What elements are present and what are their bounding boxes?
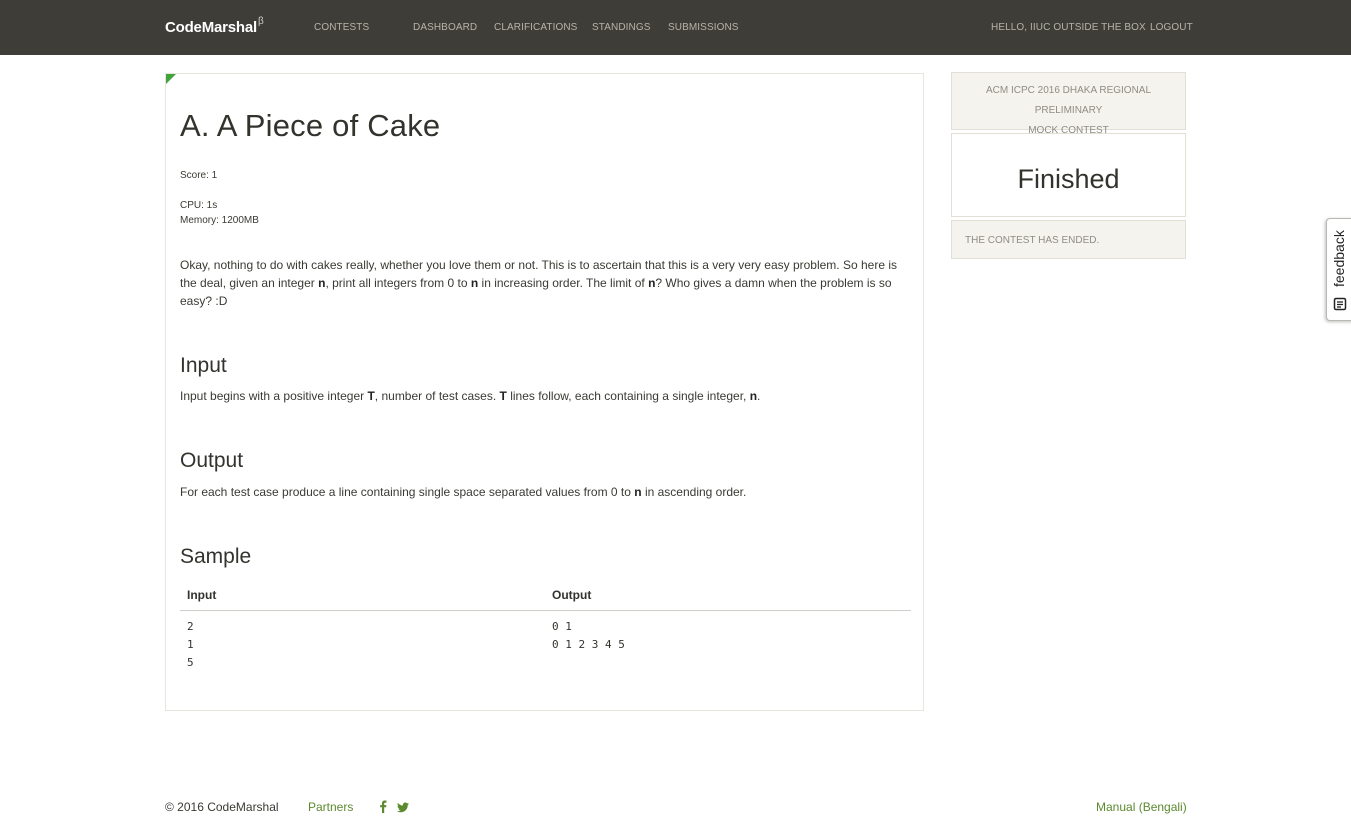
brand-name[interactable]: CodeMarshal (165, 19, 257, 36)
sample-output-line: 0 1 2 3 4 5 (552, 638, 625, 651)
sample-output-block: 0 1 0 1 2 3 4 5 (552, 618, 625, 654)
problem-description: Okay, nothing to do with cakes really, w… (180, 258, 897, 308)
contest-name-box[interactable]: ACM ICPC 2016 DHAKA REGIONAL PRELIMINARY… (951, 72, 1186, 136)
footer-copyright: © 2016 CodeMarshal (165, 800, 279, 814)
feedback-icon[interactable] (1333, 297, 1347, 316)
beta-mark: β (258, 16, 264, 27)
input-description: Input begins with a positive integer T, … (180, 389, 761, 403)
contest-ended-note: THE CONTEST HAS ENDED. (951, 220, 1186, 259)
user-greeting[interactable]: HELLO, IIUC OUTSIDE THE BOX (991, 22, 1146, 33)
footer-partners-link[interactable]: Partners (308, 800, 353, 814)
brand-logo[interactable]: CodeMarshalβ (165, 16, 264, 36)
sample-output-header: Output (552, 588, 592, 602)
feedback-tab[interactable]: feedback (1326, 218, 1351, 321)
sample-input-header: Input (187, 588, 217, 602)
output-heading: Output (180, 449, 244, 472)
problem-memory-limit: Memory: 1200MB (180, 215, 259, 226)
sample-heading: Sample (180, 545, 252, 568)
contest-status: Finished (1017, 164, 1120, 194)
problem-score: Score: 1 (180, 170, 218, 181)
nav-clarifications[interactable]: CLARIFICATIONS (494, 22, 577, 33)
sample-input-line: 5 (187, 656, 194, 669)
output-description: For each test case produce a line contai… (180, 485, 747, 499)
sample-input-line: 2 (187, 620, 194, 633)
feedback-label[interactable]: feedback (1331, 230, 1347, 287)
contest-name-line[interactable]: ACM ICPC 2016 DHAKA REGIONAL PRELIMINARY (952, 81, 1185, 121)
top-navbar: CodeMarshalβ CONTESTS DASHBOARD CLARIFIC… (0, 0, 1351, 55)
nav-contests[interactable]: CONTESTS (314, 22, 369, 33)
contest-status-box: Finished (951, 133, 1186, 217)
problem-cpu-limit: CPU: 1s (180, 200, 218, 211)
sample-input-line: 1 (187, 638, 194, 651)
sample-output-line: 0 1 (552, 620, 572, 633)
corner-marker (166, 74, 176, 84)
facebook-icon[interactable] (379, 800, 387, 818)
table-divider (180, 610, 911, 611)
twitter-icon[interactable] (397, 800, 409, 818)
nav-standings[interactable]: STANDINGS (592, 22, 651, 33)
footer-manual-link[interactable]: Manual (Bengali) (1096, 800, 1187, 814)
problem-title: A. A Piece of Cake (180, 108, 441, 143)
input-heading: Input (180, 354, 227, 377)
sample-input-block: 2 1 5 (187, 618, 194, 672)
logout-link[interactable]: LOGOUT (1150, 22, 1193, 33)
nav-dashboard[interactable]: DASHBOARD (413, 22, 477, 33)
nav-submissions[interactable]: SUBMISSIONS (668, 22, 739, 33)
problem-panel: A. A Piece of Cake Score: 1 CPU: 1s Memo… (165, 73, 924, 711)
